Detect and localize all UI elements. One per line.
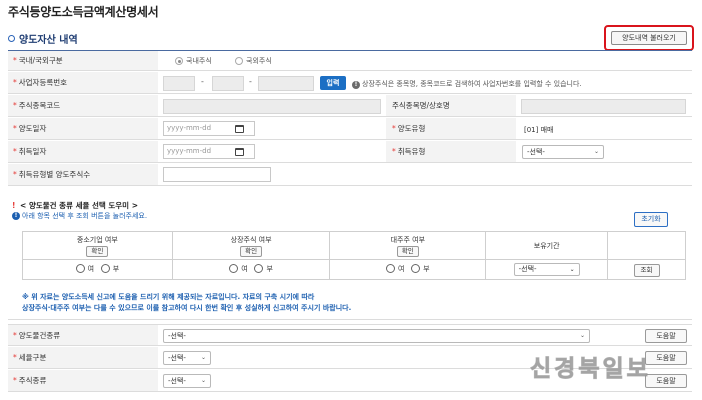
biz-reg-part2[interactable] (212, 76, 244, 91)
row-acquire-date: * 취득일자 yyyy-mm-dd * 취득유형 -선택- ⌄ (8, 141, 692, 163)
radio-no[interactable]: 부 (254, 264, 273, 274)
chevron-down-icon: ⌄ (200, 354, 206, 361)
row-biz-reg-no: * 사업자등록번호 - - 입력 ! 상장주식은 종목명, 종목코드로 검색하여 사… (8, 72, 692, 94)
page-title: 주식등양도소득금액계산명세서 (8, 5, 159, 19)
row-transfer-date: * 양도일자 yyyy-mm-dd * 양도유형 [01] 매매 (8, 118, 692, 140)
radio-no[interactable]: 부 (100, 264, 119, 274)
dash-separator: - (249, 77, 252, 86)
row-stock-code: * 주식종목코드 주식종목명/상호명 (8, 95, 692, 117)
radio-no[interactable]: 부 (411, 264, 430, 274)
transfer-type-value: [01] 매매 (524, 126, 554, 134)
helper-title: ! < 양도물건 종류 세율 선택 도우미 > (12, 201, 138, 210)
item-type-label: * 양도물건종류 (8, 325, 158, 345)
chevron-down-icon: ⌄ (569, 266, 575, 273)
major-radio-cell: 여 부 (329, 259, 487, 280)
tax-rate-label: * 세율구분 (8, 347, 158, 368)
biz-reg-part3[interactable] (258, 76, 314, 91)
reset-button[interactable]: 초기화 (634, 212, 668, 227)
period-cell: -선택- ⌄ (485, 259, 609, 280)
acquire-type-label: * 취득유형 (386, 141, 516, 162)
watermark-logo: 신경북일보 (530, 356, 651, 383)
stock-name-input[interactable] (521, 99, 686, 114)
helper-header-row: 중소기업 여부 확인 상장주식 여부 확인 대주주 여부 확인 보유기간 (22, 231, 686, 260)
stock-code-input[interactable] (163, 99, 381, 114)
helper-note: ! 아래 항목 선택 후 조회 버튼을 눌러주세요. (12, 211, 147, 221)
radio-yes[interactable]: 여 (75, 264, 94, 274)
listed-radio-cell: 여 부 (171, 259, 331, 280)
help-button[interactable]: 도움말 (645, 329, 687, 343)
info-icon: ! (12, 212, 20, 220)
confirm-button[interactable]: 확인 (86, 245, 109, 257)
dash-separator: - (201, 77, 204, 86)
col-period: 보유기간 (485, 231, 609, 260)
stock-name-label: 주식종목명/상호명 (386, 95, 516, 116)
help-button[interactable]: 도움말 (645, 351, 687, 365)
calendar-icon[interactable] (235, 148, 244, 156)
section-title-text: 양도자산 내역 (19, 35, 78, 46)
row-domestic-foreign: * 국내/국외구분 국내주식 국외주식 (8, 51, 692, 71)
chevron-down-icon: ⌄ (579, 332, 585, 339)
tax-rate-select[interactable]: -선택- ⌄ (163, 351, 211, 365)
notice-line-2: 상장주식·대주주 여부는 다를 수 있으므로 이를 참고하여 다시 한번 확인 … (22, 304, 352, 312)
row-qty: * 취득유형별 양도주식수 (8, 164, 692, 186)
acquire-date-label: * 취득일자 (8, 141, 158, 162)
stock-type-label: * 주식종류 (8, 370, 158, 391)
radio-foreign[interactable]: 국외주식 (235, 56, 272, 66)
col-sme: 중소기업 여부 확인 (22, 231, 173, 260)
stock-type-select[interactable]: -선택- ⌄ (163, 374, 211, 388)
notice-line-1: ※ 위 자료는 양도소득세 신고에 도움을 드리기 위해 제공되는 자료입니다.… (22, 293, 315, 301)
qty-input[interactable] (163, 167, 271, 182)
section-title: 양도자산 내역 (8, 31, 78, 46)
search-cell: 조회 (607, 259, 686, 280)
load-transfer-button[interactable]: 양도내역 불러오기 (611, 31, 687, 45)
qty-label: * 취득유형별 양도주식수 (8, 164, 158, 185)
help-button[interactable]: 도움말 (645, 374, 687, 388)
helper-table: 중소기업 여부 확인 상장주식 여부 확인 대주주 여부 확인 보유기간 여 부 여 … (22, 231, 686, 280)
radio-unselected-icon (235, 57, 243, 65)
load-button-highlight: 양도내역 불러오기 (604, 25, 694, 51)
col-empty (607, 231, 686, 260)
stock-code-label: * 주식종목코드 (8, 95, 158, 116)
biz-reg-hint: ! 상장주식은 종목명, 종목코드로 검색하여 사업자번호를 입력할 수 있습니다… (352, 79, 582, 89)
period-select[interactable]: -선택- ⌄ (513, 263, 580, 276)
confirm-button[interactable]: 확인 (396, 245, 419, 257)
chevron-down-icon: ⌄ (593, 148, 599, 155)
radio-domestic[interactable]: 국내주식 (175, 56, 212, 66)
item-type-select[interactable]: -선택- ⌄ (163, 329, 590, 343)
radio-selected-icon (175, 57, 183, 65)
calendar-icon[interactable] (235, 125, 244, 133)
sme-radio-cell: 여 부 (22, 259, 173, 280)
domestic-foreign-label: * 국내/국외구분 (8, 51, 158, 70)
info-icon: ! (352, 81, 360, 89)
transfer-type-label: * 양도유형 (386, 118, 516, 139)
row-item-type: * 양도물건종류 -선택- ⌄ 도움말 (8, 324, 692, 346)
col-listed: 상장주식 여부 확인 (171, 231, 331, 260)
radio-yes[interactable]: 여 (386, 264, 404, 274)
radio-yes[interactable]: 여 (229, 264, 248, 274)
biz-reg-part1[interactable] (163, 76, 195, 91)
helper-input-row: 여 부 여 부 여 부 -선택- ⌄ 조회 (22, 259, 686, 280)
transfer-date-label: * 양도일자 (8, 118, 158, 139)
circle-bullet-icon (8, 35, 15, 42)
search-button[interactable]: 조회 (633, 263, 660, 277)
col-major: 대주주 여부 확인 (329, 231, 487, 260)
biz-reg-label: * 사업자등록번호 (8, 72, 158, 93)
confirm-button[interactable]: 확인 (240, 245, 263, 257)
acquire-type-select[interactable]: -선택- ⌄ (522, 145, 604, 159)
chevron-down-icon: ⌄ (200, 377, 206, 384)
biz-reg-input-button[interactable]: 입력 (320, 76, 346, 90)
